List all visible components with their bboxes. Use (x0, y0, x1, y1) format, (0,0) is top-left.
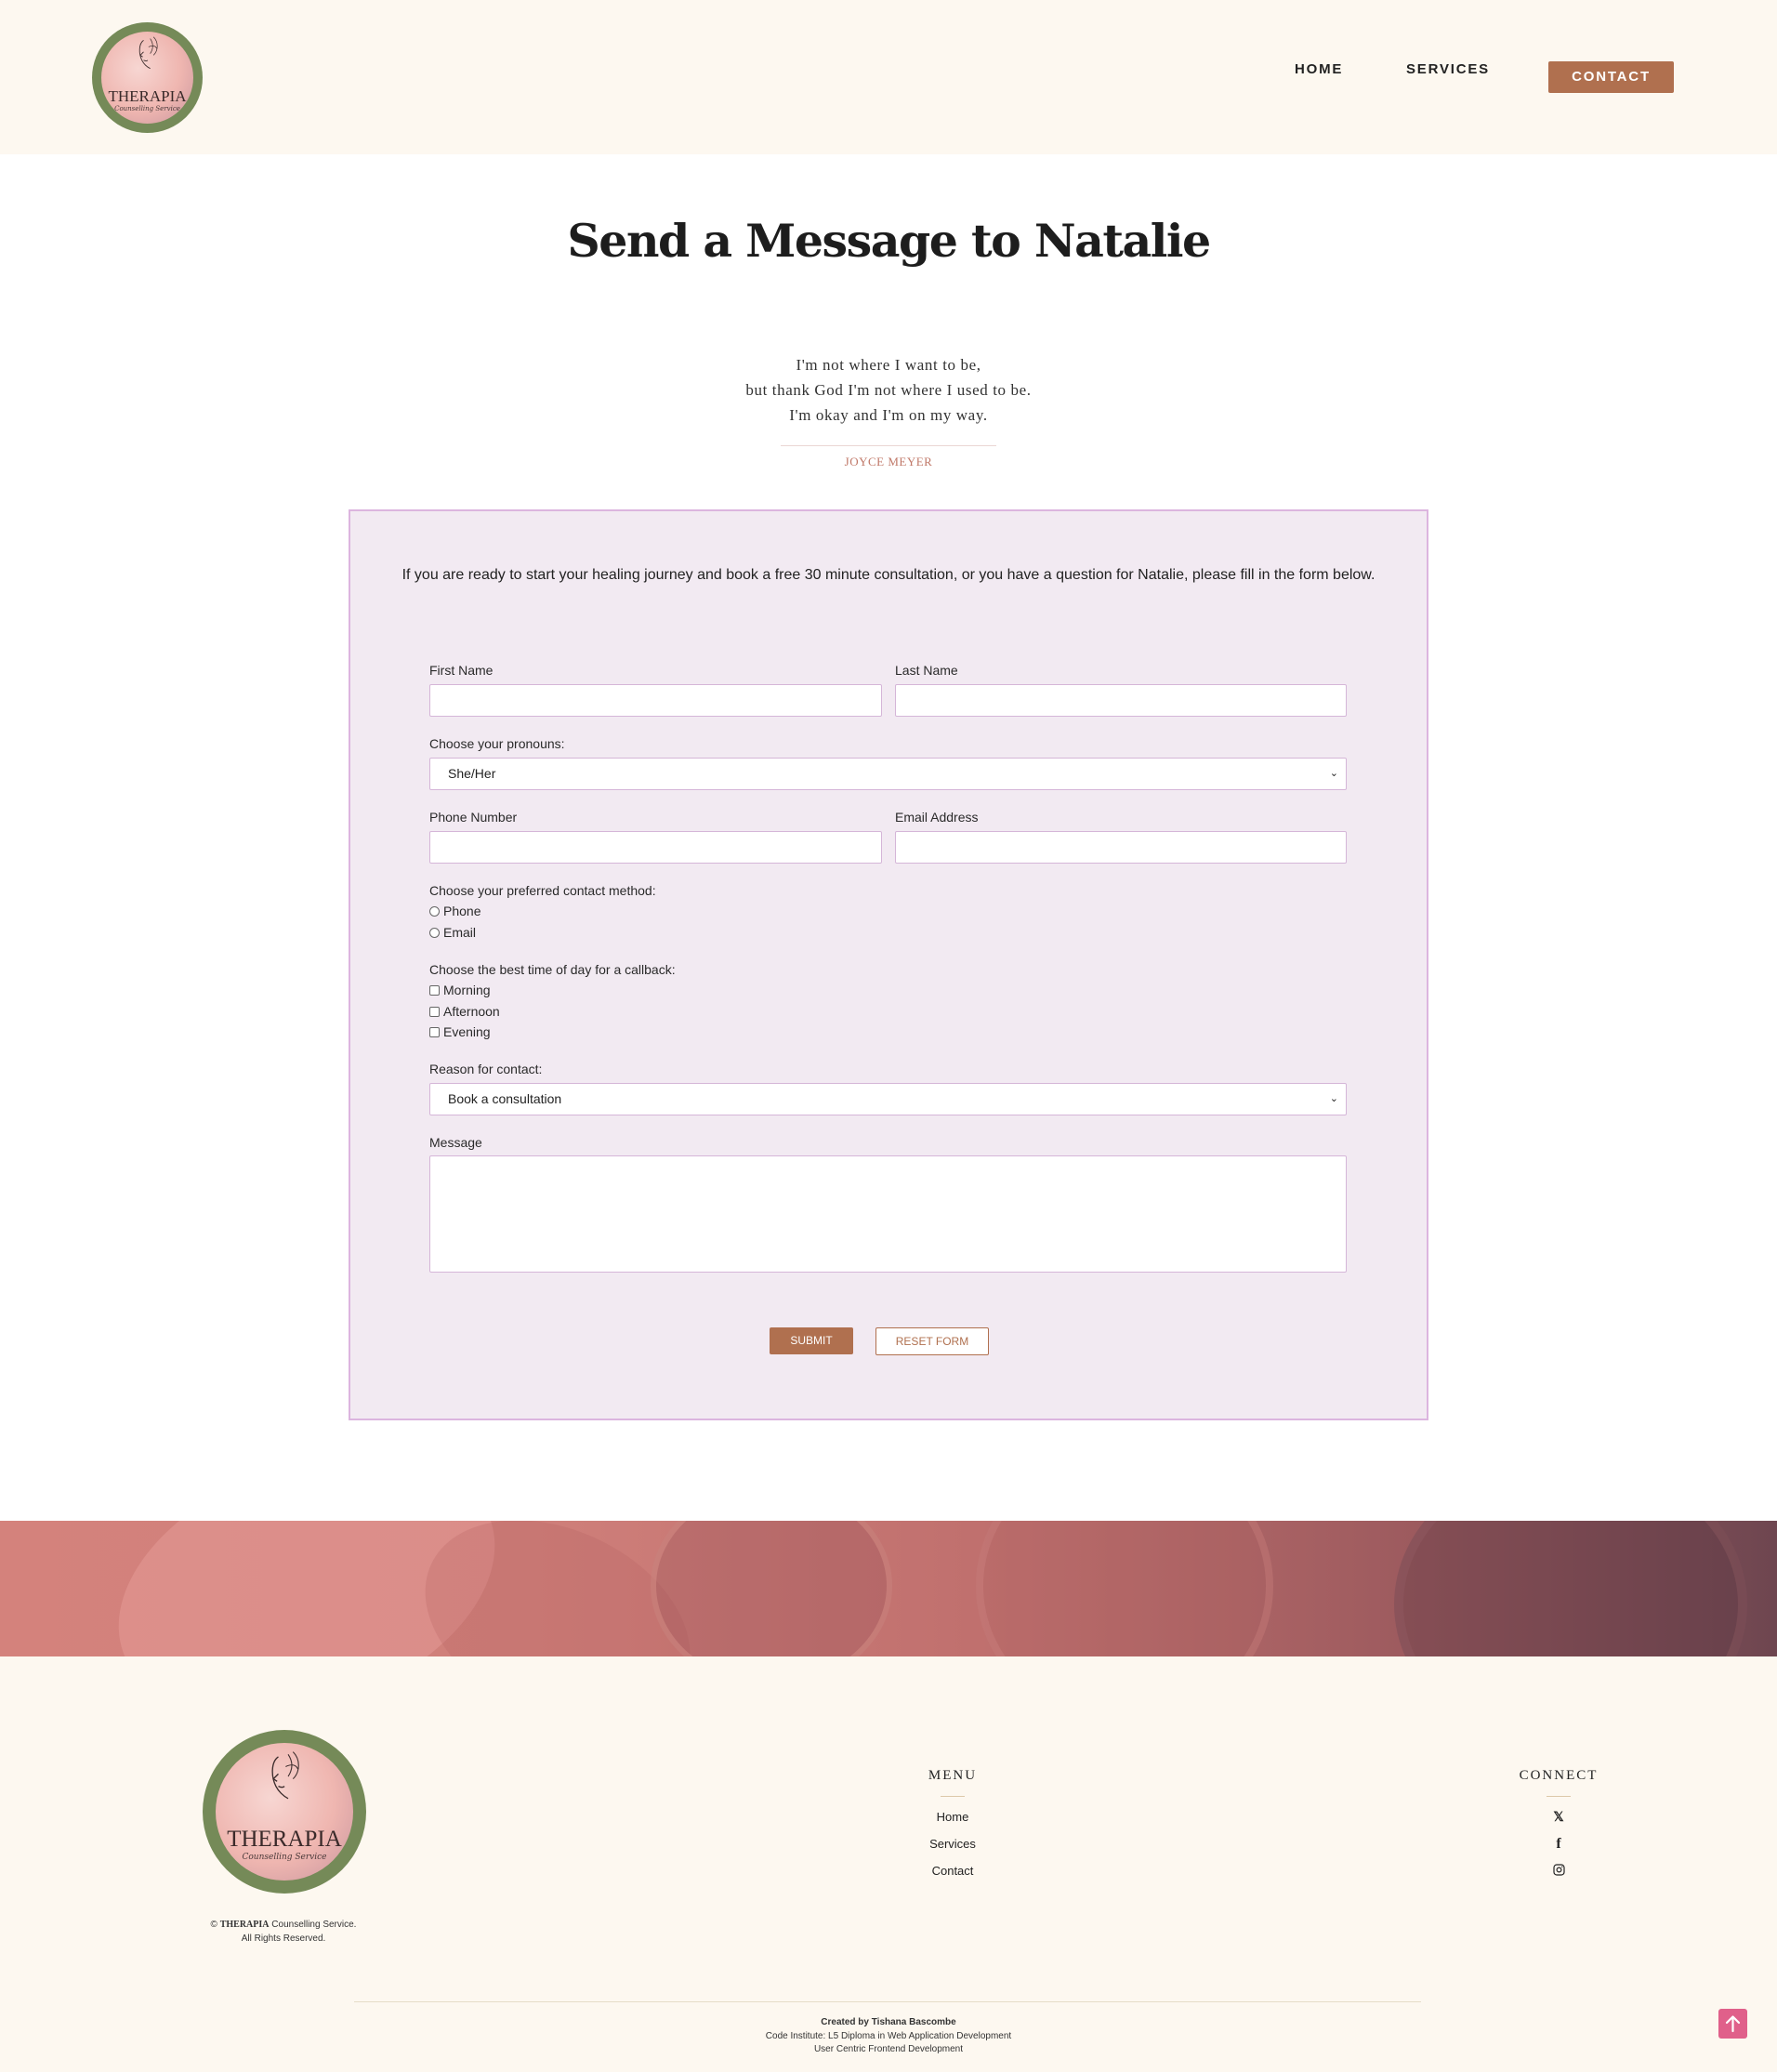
copyright-rest: Counselling Service. (271, 1920, 357, 1930)
woman-face-icon (138, 36, 158, 70)
contact-method-label: Choose your preferred contact method: (429, 883, 656, 898)
menu-divider (941, 1796, 965, 1797)
evening-label: Evening (443, 1024, 491, 1039)
pronouns-selected-value: She/Her (448, 766, 496, 781)
email-radio[interactable] (429, 927, 440, 938)
logo-brand-text: THERAPIA (108, 87, 187, 106)
phone-radio-label: Phone (443, 904, 481, 918)
reason-label: Reason for contact: (429, 1062, 543, 1076)
quote-line-2: but thank God I'm not where I used to be… (745, 381, 1032, 399)
footer-link-contact[interactable]: Contact (883, 1864, 1022, 1878)
reason-selected-value: Book a consultation (448, 1091, 562, 1106)
logo-tagline: Counselling Service (114, 105, 180, 113)
back-to-top-button[interactable] (1718, 2009, 1747, 2039)
menu-heading: MENU (928, 1768, 978, 1783)
contact-method-email-option[interactable]: Email (429, 925, 476, 940)
rose-banner-image (0, 1521, 1777, 1656)
therapia-logo[interactable]: THERAPIA Counselling Service (92, 22, 203, 133)
logo-tagline: Counselling Service (242, 1853, 327, 1862)
copyright-text: © THERAPIA Counselling Service. All Righ… (158, 1918, 409, 1946)
reason-select[interactable]: Book a consultation ⌄ (429, 1083, 1347, 1115)
credit-author: Created by Tishana Bascombe (821, 2017, 956, 2027)
credit-module: User Centric Frontend Development (813, 2044, 964, 2054)
instagram-icon[interactable] (1545, 1864, 1573, 1879)
quote-line-3: I'm okay and I'm on my way. (789, 406, 988, 424)
callback-afternoon-option[interactable]: Afternoon (429, 1004, 500, 1019)
page-title: Send a Message to Natalie (567, 214, 1211, 268)
message-label: Message (429, 1135, 482, 1150)
copyright-symbol: © (210, 1920, 217, 1930)
footer-link-services[interactable]: Services (883, 1837, 1022, 1851)
copyright-brand: THERAPIA (219, 1920, 270, 1930)
first-name-label: First Name (429, 663, 494, 678)
message-textarea[interactable] (429, 1155, 1347, 1273)
connect-divider (1547, 1796, 1571, 1797)
woman-face-icon (271, 1751, 300, 1800)
quote-author: JOYCE MEYER (844, 455, 933, 469)
last-name-input[interactable] (895, 684, 1347, 717)
afternoon-label: Afternoon (443, 1004, 500, 1019)
chevron-down-icon: ⌄ (1329, 768, 1338, 779)
phone-input[interactable] (429, 831, 882, 864)
nav-home[interactable]: HOME (1295, 61, 1343, 77)
afternoon-checkbox[interactable] (429, 1006, 440, 1017)
footer-link-home[interactable]: Home (883, 1810, 1022, 1824)
morning-label: Morning (443, 983, 491, 997)
therapia-footer-logo: THERAPIA Counselling Service (203, 1730, 366, 1894)
credit-course: Code Institute: L5 Diploma in Web Applic… (765, 2031, 1012, 2041)
morning-checkbox[interactable] (429, 984, 440, 996)
callback-evening-option[interactable]: Evening (429, 1024, 491, 1039)
nav-services[interactable]: SERVICES (1406, 61, 1490, 77)
copyright-line: © THERAPIA Counselling Service. (158, 1918, 409, 1932)
contact-method-phone-option[interactable]: Phone (429, 904, 480, 918)
email-label: Email Address (895, 810, 979, 825)
reset-form-button[interactable]: RESET FORM (875, 1327, 989, 1355)
email-input[interactable] (895, 831, 1347, 864)
quote-line-1: I'm not where I want to be, (796, 356, 981, 374)
pronouns-select[interactable]: She/Her ⌄ (429, 758, 1347, 790)
rights-line: All Rights Reserved. (241, 1933, 326, 1944)
form-intro: If you are ready to start your healing j… (401, 567, 1376, 583)
connect-heading: CONNECT (1519, 1768, 1599, 1783)
footer-divider (354, 2001, 1421, 2002)
x-icon[interactable]: 𝕏 (1545, 1809, 1573, 1825)
callback-morning-option[interactable]: Morning (429, 983, 491, 997)
quote-divider (781, 445, 996, 446)
site-header: THERAPIA Counselling Service HOME SERVIC… (0, 0, 1777, 154)
facebook-icon[interactable]: f (1545, 1836, 1573, 1853)
chevron-down-icon: ⌄ (1329, 1093, 1338, 1104)
phone-label: Phone Number (429, 810, 518, 825)
phone-radio[interactable] (429, 905, 440, 917)
nav-contact-button[interactable]: CONTACT (1548, 61, 1674, 93)
pronouns-label: Choose your pronouns: (429, 736, 565, 751)
callback-label: Choose the best time of day for a callba… (429, 962, 676, 977)
submit-button[interactable]: SUBMIT (770, 1327, 853, 1354)
last-name-label: Last Name (895, 663, 958, 678)
first-name-input[interactable] (429, 684, 882, 717)
logo-brand-text: THERAPIA (227, 1826, 342, 1852)
evening-checkbox[interactable] (429, 1026, 440, 1037)
arrow-up-icon (1725, 2015, 1741, 2033)
email-radio-label: Email (443, 925, 477, 940)
